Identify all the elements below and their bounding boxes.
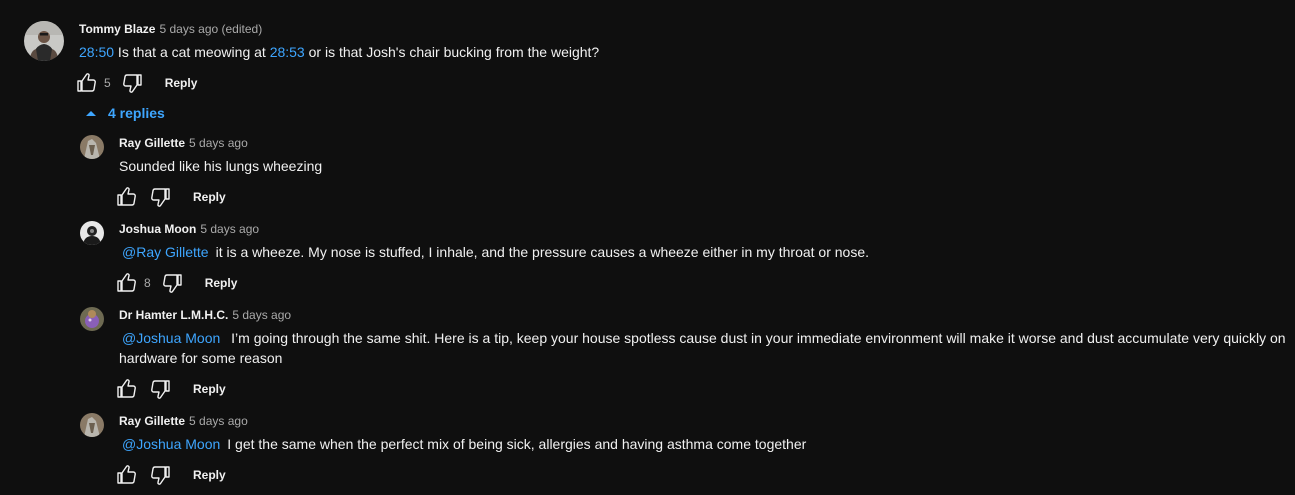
author-name[interactable]: Tommy Blaze [79, 22, 155, 36]
like-count: 8 [144, 276, 151, 290]
comment-text-part: Is that a cat meowing at [114, 44, 270, 60]
reply-button[interactable]: Reply [205, 276, 238, 290]
user-avatar-photo-icon [24, 21, 64, 61]
dislike-button[interactable] [120, 71, 144, 95]
avatar[interactable] [24, 21, 64, 61]
comment-text-part: Sounded like his lungs wheezing [119, 158, 323, 174]
comment-timestamp[interactable]: 5 days ago [189, 414, 248, 428]
comment-actions: Reply [115, 377, 226, 401]
comment-timestamp[interactable]: 5 days ago [200, 222, 259, 236]
comment-actions: 5 Reply [75, 71, 197, 95]
like-button[interactable] [75, 71, 99, 95]
comment-text: @Joshua Moon I’m going through the same … [119, 328, 1291, 368]
comment-header: Ray Gillette 5 days ago [119, 136, 248, 150]
user-avatar-photo-icon [80, 413, 104, 437]
comment-thread: Tommy Blaze 5 days ago (edited) 28:50 Is … [0, 0, 1295, 495]
comment-text-part: or is that Josh's chair bucking from the… [304, 44, 600, 60]
author-name[interactable]: Dr Hamter L.M.H.C. [119, 308, 228, 322]
comment-text-part: it is a wheeze. My nose is stuffed, I in… [215, 244, 870, 260]
user-avatar-photo-icon [80, 307, 104, 331]
comment-text: Sounded like his lungs wheezing [119, 156, 322, 176]
thumbs-up-icon [117, 379, 136, 398]
thumbs-down-icon [151, 380, 170, 399]
comment-actions: Reply [115, 185, 226, 209]
thumbs-down-icon [122, 74, 142, 93]
author-name[interactable]: Ray Gillette [119, 136, 185, 150]
comment-actions: 8 Reply [115, 271, 237, 295]
thumbs-down-icon [162, 274, 182, 293]
user-avatar-photo-icon [80, 221, 104, 245]
author-name[interactable]: Joshua Moon [119, 222, 196, 236]
thumbs-up-icon [117, 273, 136, 292]
dislike-button[interactable] [160, 271, 184, 295]
comment-timestamp[interactable]: 5 days ago (edited) [159, 22, 262, 36]
dislike-button[interactable] [148, 185, 172, 209]
comment-header: Ray Gillette 5 days ago [119, 414, 248, 428]
timestamp-link[interactable]: 28:50 [79, 44, 114, 60]
mention-link[interactable]: @Joshua Moon [122, 330, 220, 346]
comment-text: 28:50 Is that a cat meowing at 28:53 or … [79, 42, 599, 62]
user-avatar-photo-icon [80, 135, 104, 159]
like-button[interactable] [115, 377, 139, 401]
thumbs-down-icon [151, 188, 170, 207]
reply-button[interactable]: Reply [165, 76, 198, 90]
comment-header: Tommy Blaze 5 days ago (edited) [79, 22, 262, 36]
avatar[interactable] [80, 307, 104, 331]
comment-timestamp[interactable]: 5 days ago [232, 308, 291, 322]
comment-timestamp[interactable]: 5 days ago [189, 136, 248, 150]
comment-text: @Joshua Moon I get the same when the perf… [119, 434, 806, 454]
comment-actions: Reply [115, 463, 226, 487]
avatar[interactable] [80, 413, 104, 437]
like-button[interactable] [115, 463, 139, 487]
comment-text-part: I’m going through the same shit. Here is… [119, 330, 1286, 366]
like-button[interactable] [115, 271, 139, 295]
mention-link[interactable]: @Ray Gillette [122, 244, 209, 260]
thumbs-up-icon [117, 465, 136, 484]
dislike-button[interactable] [148, 377, 172, 401]
reply-button[interactable]: Reply [193, 382, 226, 396]
like-count: 5 [104, 76, 111, 90]
thumbs-up-icon [77, 73, 96, 92]
comment-text: @Ray Gillette it is a wheeze. My nose is … [119, 242, 869, 262]
mention-link[interactable]: @Joshua Moon [122, 436, 220, 452]
comment-header: Dr Hamter L.M.H.C. 5 days ago [119, 308, 291, 322]
thumbs-up-icon [117, 187, 136, 206]
like-button[interactable] [115, 185, 139, 209]
avatar[interactable] [80, 135, 104, 159]
thumbs-down-icon [151, 466, 170, 485]
avatar[interactable] [80, 221, 104, 245]
comment-header: Joshua Moon 5 days ago [119, 222, 259, 236]
replies-toggle-button[interactable]: 4 replies [84, 105, 165, 121]
timestamp-link[interactable]: 28:53 [270, 44, 305, 60]
author-name[interactable]: Ray Gillette [119, 414, 185, 428]
reply-button[interactable]: Reply [193, 190, 226, 204]
reply-button[interactable]: Reply [193, 468, 226, 482]
dislike-button[interactable] [148, 463, 172, 487]
replies-count-label: 4 replies [108, 105, 165, 121]
chevron-up-icon [86, 111, 96, 116]
comment-text-part: I get the same when the perfect mix of b… [227, 436, 807, 452]
